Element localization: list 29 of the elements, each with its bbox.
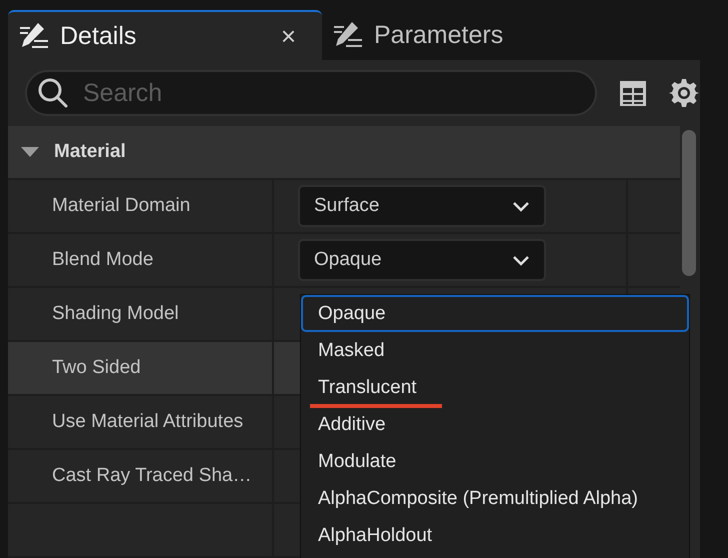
search-input[interactable]: Search: [81, 78, 565, 108]
chevron-icon: [512, 200, 530, 212]
menu-item[interactable]: AlphaComposite (Premultiplied Alpha): [301, 480, 689, 517]
property-label: Blend Mode: [52, 249, 154, 271]
scrollbar-thumb[interactable]: [682, 130, 696, 276]
menu-item[interactable]: AlphaHoldout: [301, 517, 689, 554]
tab[interactable]: Parameters: [322, 10, 516, 60]
combo-box[interactable]: Opaque: [298, 239, 546, 281]
caret-icon[interactable]: [20, 146, 40, 158]
menu-item[interactable]: Masked: [301, 332, 689, 369]
property-label: Cast Ray Traced Sha…: [52, 465, 252, 487]
tab[interactable]: Details ×: [8, 10, 322, 60]
table-icon[interactable]: [619, 79, 647, 107]
close-icon[interactable]: ×: [280, 20, 296, 52]
property-label: Two Sided: [52, 357, 141, 379]
chevron-icon: [512, 254, 530, 266]
menu-item[interactable]: Opaque: [301, 295, 689, 332]
combo-box[interactable]: Surface: [298, 185, 546, 227]
settings-icon[interactable]: [669, 78, 699, 108]
search-field[interactable]: Search: [25, 70, 597, 116]
menu-item[interactable]: Translucent: [301, 369, 689, 406]
property-label: Shading Model: [52, 303, 179, 325]
menu-item[interactable]: Modulate: [301, 443, 689, 480]
section-title: Material: [54, 141, 126, 163]
section-header[interactable]: Material: [8, 126, 680, 180]
property-label: Use Material Attributes: [52, 411, 244, 433]
menu-item[interactable]: Additive: [301, 406, 689, 443]
search-icon: [37, 77, 69, 109]
property-label: Material Domain: [52, 195, 190, 217]
